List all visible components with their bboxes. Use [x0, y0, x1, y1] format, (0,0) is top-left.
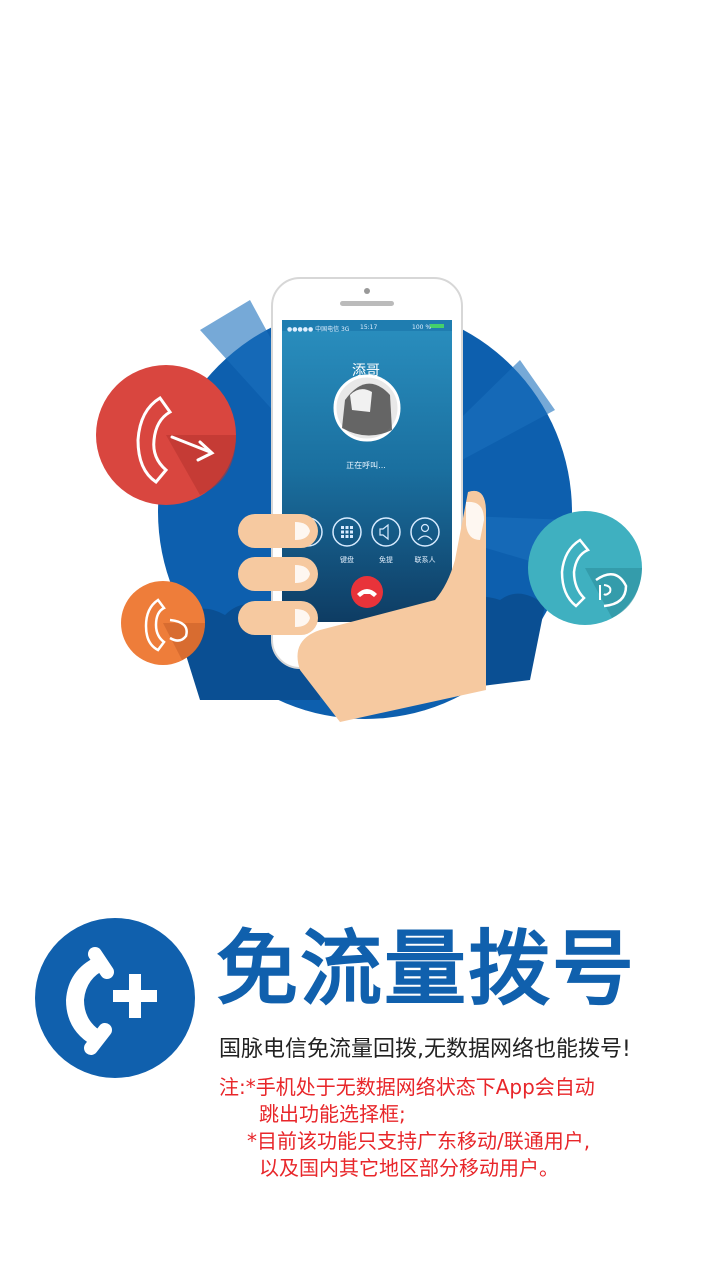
- speaker-label: 免提: [379, 556, 393, 564]
- status-time: 15:17: [360, 324, 378, 331]
- splash-page: ●●●●● 中国电信 3G 15:17 100 % 添哥 正在呼叫... 静音 …: [0, 0, 720, 1280]
- note-line: 以及国内其它地区部分移动用户。: [259, 1156, 559, 1180]
- status-battery: 100 %: [412, 324, 432, 331]
- note-line: 注:*手机处于无数据网络状态下App会自动: [219, 1075, 595, 1099]
- feature-subtitle: 国脉电信免流量回拨,无数据网络也能拨号!: [219, 1037, 631, 1062]
- note-line: *目前该功能只支持广东移动/联通用户,: [247, 1129, 591, 1153]
- feature-notes: 注:*手机处于无数据网络状态下App会自动 跳出功能选择框; *目前该功能只支持…: [219, 1074, 699, 1182]
- note-line: 跳出功能选择框;: [259, 1102, 406, 1126]
- phone-call-illustration: [96, 277, 642, 722]
- feature-title: 免流量拨号: [216, 922, 637, 1017]
- call-status: 正在呼叫...: [346, 461, 386, 470]
- keypad-label: 键盘: [340, 556, 354, 564]
- free-dial-logo: [35, 918, 195, 1078]
- status-carrier: ●●●●● 中国电信 3G: [287, 326, 350, 333]
- phone-plus-icon: [60, 947, 157, 1055]
- contact-name: 添哥: [352, 363, 380, 379]
- contacts-label: 联系人: [414, 556, 436, 564]
